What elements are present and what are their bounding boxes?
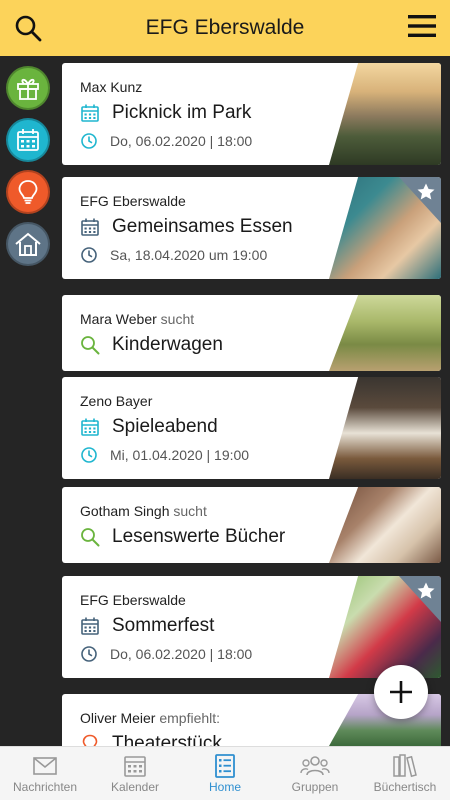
lightbulb-icon [82,734,98,746]
card-author: EFG Eberswalde [80,193,186,209]
page-title: EFG Eberswalde [145,16,305,39]
sidebar-item-gift[interactable] [6,66,50,110]
card-image-books [329,487,441,563]
card-title: Spieleabend [80,416,218,438]
hamburger-menu-icon[interactable] [408,13,436,39]
people-icon [300,755,330,775]
card-date: Do, 06.02.2020 | 18:00 [80,132,252,150]
tab-buechertisch[interactable]: Büchertisch [360,747,450,800]
card-title: Sommerfest [80,615,214,637]
card-title: Theaterstück [80,733,222,746]
card-author: Max Kunz [80,79,143,95]
card-title: Picknick im Park [80,102,251,124]
clock-icon [81,133,97,149]
calendar-icon [81,617,99,635]
card-image-picnic [329,63,441,165]
search-icon [81,336,100,355]
sidebar [0,56,56,746]
lightbulb-icon [18,180,38,204]
calendar-icon [81,418,99,436]
card-image-stroller [329,295,441,371]
tab-kalender[interactable]: Kalender [90,747,180,800]
search-icon[interactable] [14,14,42,42]
card-author: Zeno Bayer [80,393,153,409]
feed-card[interactable]: EFG Eberswalde Gemeinsames Essen Sa, 18.… [62,177,441,279]
star-icon [417,582,435,599]
calendar-icon [81,104,99,122]
sidebar-item-calendar[interactable] [6,118,50,162]
feed-card[interactable]: Max Kunz Picknick im Park Do, 06.02.2020… [62,63,441,165]
card-date: Sa, 18.04.2020 um 19:00 [80,246,267,264]
tab-label: Home [208,779,241,794]
tab-label: Gruppen [291,779,339,794]
calendar-icon [81,218,99,236]
card-author: Oliver Meier empfiehlt: [80,710,221,726]
house-icon [15,232,41,256]
list-icon [215,753,235,778]
feed-card[interactable]: EFG Eberswalde Sommerfest Do, 06.02.2020… [62,576,441,678]
card-title: Kinderwagen [80,334,223,356]
clock-icon [81,447,97,463]
tab-label: Nachrichten [12,779,78,794]
card-title: Gemeinsames Essen [80,216,293,238]
card-date: Mi, 01.04.2020 | 19:00 [80,446,249,464]
gift-icon [17,78,39,100]
calendar-icon [124,755,146,777]
star-icon [417,183,435,200]
tab-gruppen[interactable]: Gruppen [270,747,360,800]
plus-icon [390,681,412,703]
tab-home[interactable]: Home [180,747,270,800]
books-icon [393,753,417,777]
feed-card[interactable]: Mara Weber sucht Kinderwagen [62,295,441,371]
app-header: EFG Eberswalde [0,0,450,56]
card-title: Lesenswerte Bücher [80,526,285,548]
card-author: Gotham Singh sucht [80,503,207,519]
clock-icon [81,646,97,662]
calendar-icon [17,129,39,151]
tab-label: Büchertisch [373,779,437,794]
clock-icon [81,247,97,263]
sidebar-item-home[interactable] [6,222,50,266]
card-author: EFG Eberswalde [80,592,186,608]
bottom-navigation: Nachrichten Kalender Home Gruppen Bücher… [0,746,450,800]
feed-card[interactable]: Zeno Bayer Spieleabend Mi, 01.04.2020 | … [62,377,441,479]
tab-nachrichten[interactable]: Nachrichten [0,747,90,800]
card-image-game-night [329,377,441,479]
add-button[interactable] [374,665,428,719]
card-author: Mara Weber sucht [80,311,195,327]
card-date: Do, 06.02.2020 | 18:00 [80,645,252,663]
tab-label: Kalender [110,779,160,794]
feed-card[interactable]: Gotham Singh sucht Lesenswerte Bücher [62,487,441,563]
sidebar-item-idea[interactable] [6,170,50,214]
search-icon [81,528,100,547]
mail-icon [33,756,57,775]
